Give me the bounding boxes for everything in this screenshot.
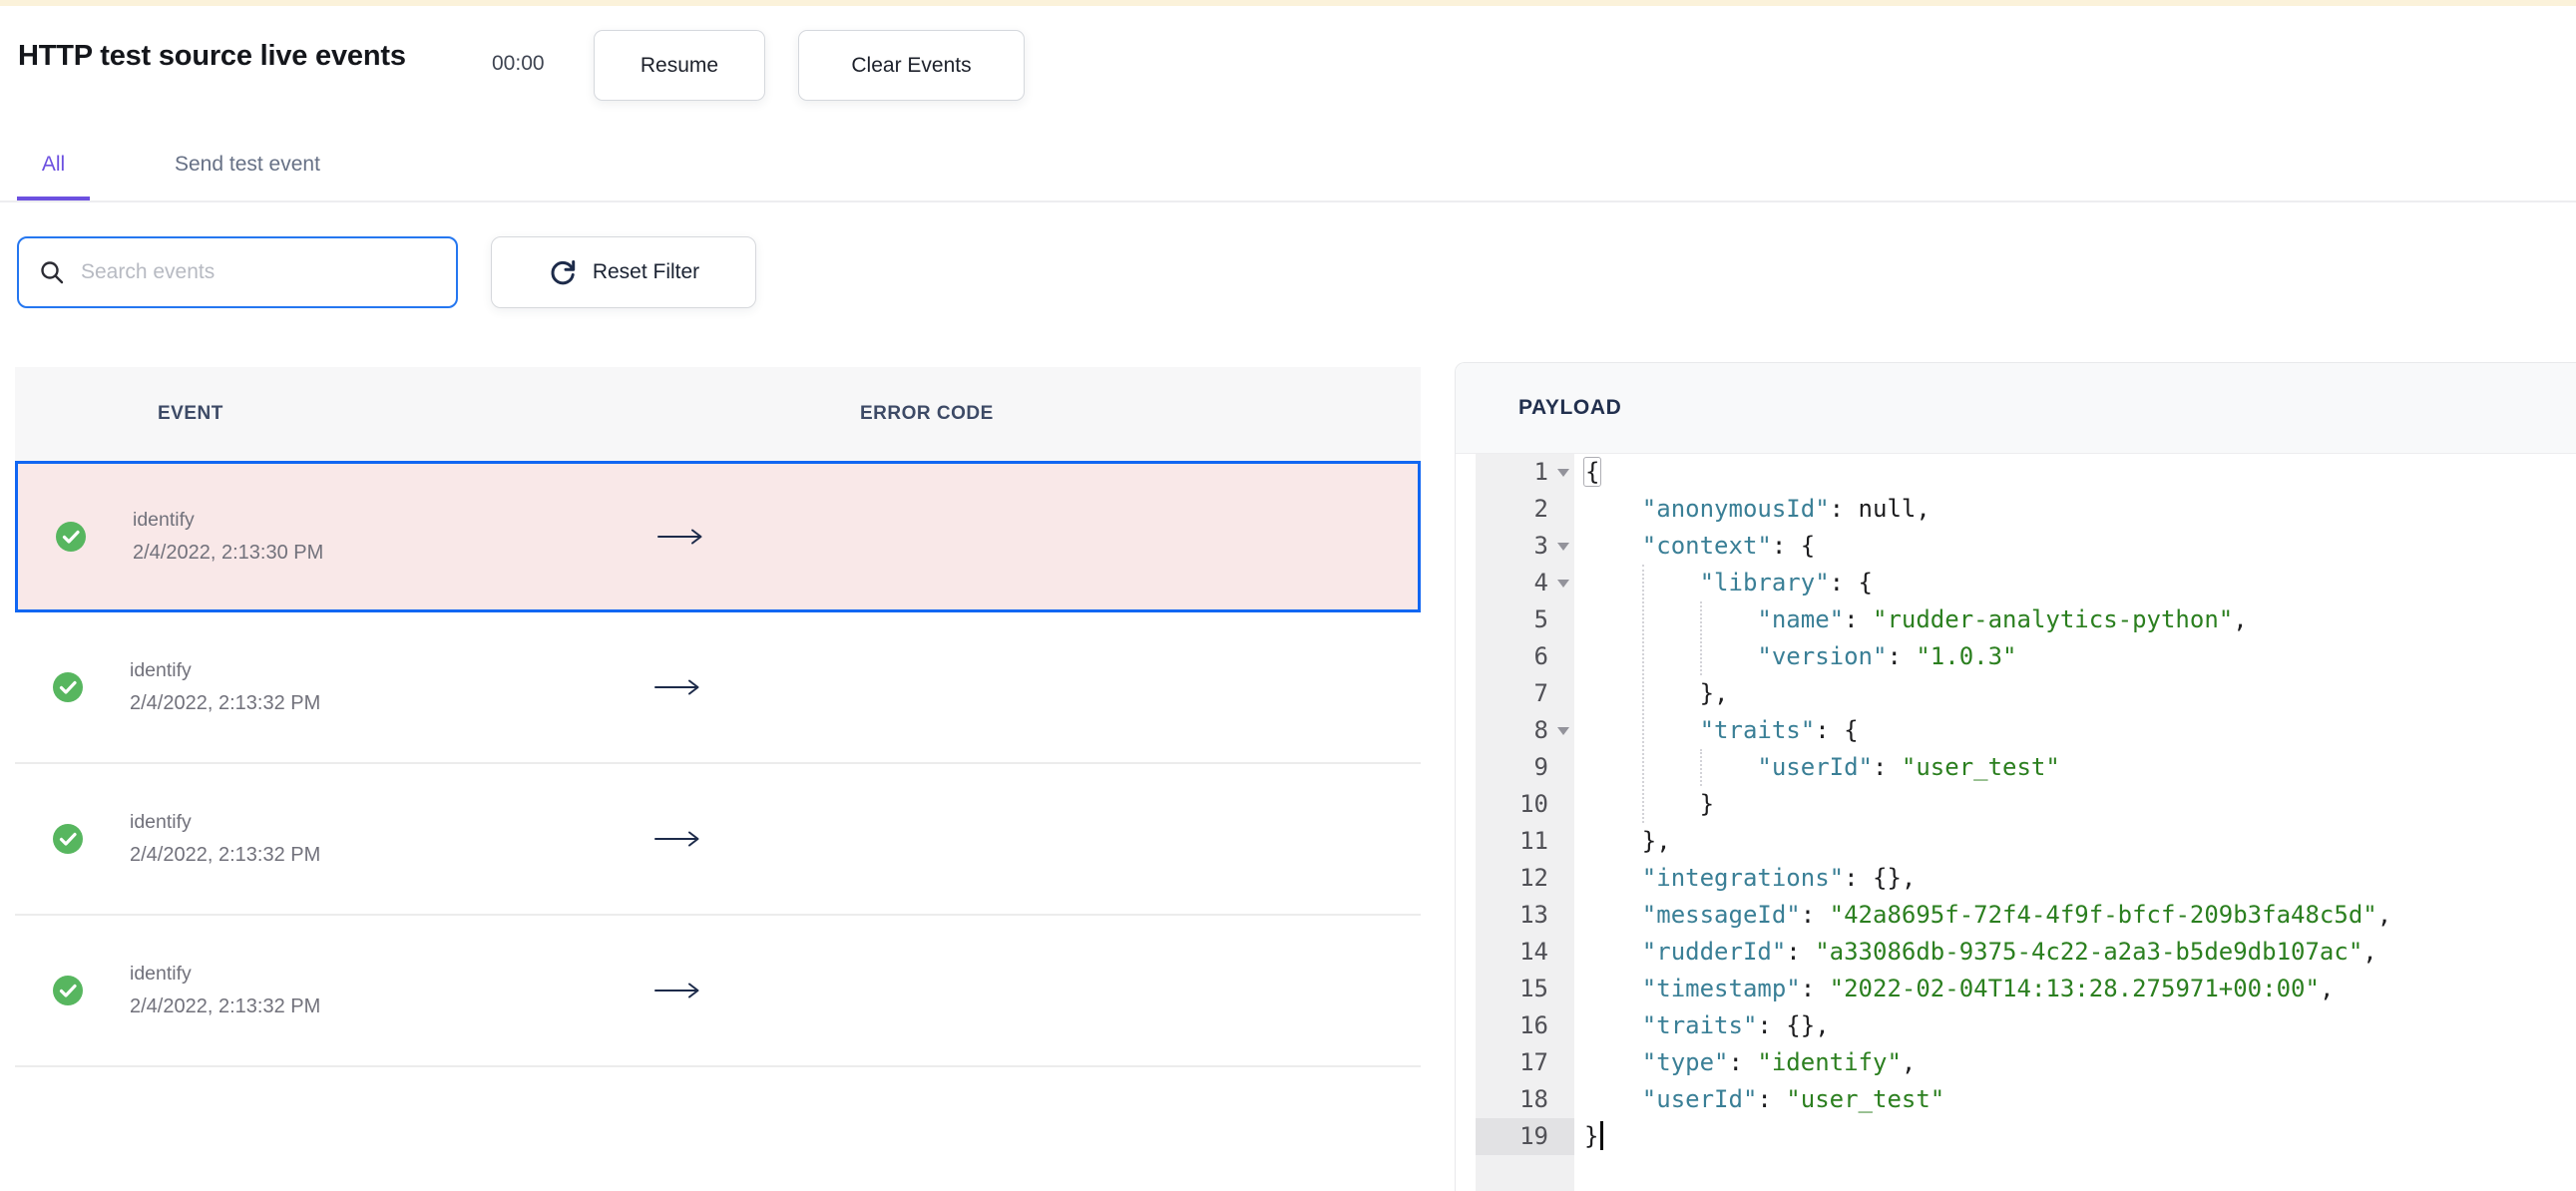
code-line: "traits": { — [1699, 716, 1859, 744]
event-row[interactable]: identify 2/4/2022, 2:13:30 PM — [15, 461, 1421, 612]
success-check-icon — [52, 671, 84, 703]
reset-filter-label: Reset Filter — [592, 260, 700, 283]
line-number: 10 — [1519, 790, 1548, 818]
code-line: "timestamp": "2022-02-04T14:13:28.275971… — [1641, 975, 2335, 1002]
code-line: }, — [1584, 827, 1671, 855]
events-table: EVENT ERROR CODE identify 2/4/2022, 2:13:… — [15, 367, 1421, 1067]
event-cell: identify 2/4/2022, 2:13:30 PM — [133, 507, 323, 567]
code-line: }, — [1584, 679, 1729, 707]
line-number: 7 — [1533, 679, 1548, 707]
long-right-arrow-icon[interactable] — [653, 830, 703, 853]
code-line: } — [1584, 790, 1715, 818]
code-line: "messageId": "42a8695f-72f4-4f9f-bfcf-20… — [1641, 901, 2392, 929]
fold-toggle-icon[interactable] — [1557, 469, 1569, 477]
editor-code-area[interactable]: { "anonymousId": null, "context": { "lib… — [1574, 454, 2576, 1191]
code-line: "integrations": {}, — [1641, 864, 1917, 892]
event-type: identify — [130, 963, 192, 985]
code-line: "name": "rudder-analytics-python", — [1757, 605, 2248, 633]
payload-json-editor[interactable]: 1 2 3 4 5 6 7 8 9 10 11 12 13 14 15 16 17 18 19 { "anonymo… — [1456, 454, 2576, 1191]
line-number: 15 — [1519, 975, 1548, 1002]
event-cell: identify 2/4/2022, 2:13:32 PM — [130, 961, 320, 1020]
code-line: "type": "identify", — [1641, 1048, 1917, 1076]
refresh-icon — [548, 257, 578, 287]
page-title: HTTP test source live events — [18, 40, 406, 72]
long-right-arrow-icon[interactable] — [653, 982, 703, 1004]
tab-all[interactable]: All — [17, 153, 90, 177]
line-number: 13 — [1519, 901, 1548, 929]
long-right-arrow-icon[interactable] — [656, 528, 706, 551]
event-type: identify — [133, 509, 195, 531]
line-number: 8 — [1476, 712, 1574, 749]
clear-events-button[interactable]: Clear Events — [798, 30, 1025, 101]
event-row[interactable]: identify 2/4/2022, 2:13:32 PM — [15, 916, 1421, 1067]
code-line: "version": "1.0.3" — [1757, 642, 2017, 670]
search-events-box[interactable] — [17, 236, 458, 308]
line-number: 2 — [1533, 495, 1548, 523]
search-input[interactable] — [79, 259, 436, 285]
code-line: { — [1583, 457, 1602, 487]
event-timestamp: 2/4/2022, 2:13:30 PM — [133, 542, 324, 564]
line-number: 12 — [1519, 864, 1548, 892]
fold-toggle-icon[interactable] — [1557, 543, 1569, 551]
code-line: "context": { — [1641, 532, 1816, 560]
payload-panel: PAYLOAD 1 2 3 4 5 6 7 8 9 10 11 12 13 14 15 16 17 18 19 { … — [1455, 362, 2576, 1191]
code-line: "userId": "user_test" — [1757, 753, 2060, 781]
indent-guide — [1700, 601, 1702, 675]
event-type: identify — [130, 811, 192, 833]
code-line: "anonymousId": null, — [1641, 495, 1931, 523]
line-number: 6 — [1533, 642, 1548, 670]
code-line: "userId": "user_test" — [1641, 1085, 1945, 1113]
top-accent-bar — [0, 0, 2576, 6]
event-row[interactable]: identify 2/4/2022, 2:13:32 PM — [15, 612, 1421, 764]
line-number: 14 — [1519, 938, 1548, 966]
text-cursor — [1600, 1120, 1604, 1150]
events-table-body: identify 2/4/2022, 2:13:30 PM identify 2/4/… — [15, 461, 1421, 1067]
line-number: 3 — [1476, 528, 1574, 565]
tabs-divider-line — [0, 200, 2576, 202]
code-line: "rudderId": "a33086db-9375-4c22-a2a3-b5d… — [1641, 938, 2377, 966]
reset-filter-button[interactable]: Reset Filter — [491, 236, 756, 308]
line-number: 18 — [1519, 1085, 1548, 1113]
fold-toggle-icon[interactable] — [1557, 727, 1569, 735]
code-line: "library": { — [1699, 569, 1873, 596]
line-number: 16 — [1519, 1011, 1548, 1039]
event-timestamp: 2/4/2022, 2:13:32 PM — [130, 995, 321, 1017]
code-line: "traits": {}, — [1641, 1011, 1830, 1039]
editor-line-number-gutter: 1 2 3 4 5 6 7 8 9 10 11 12 13 14 15 16 17 18 19 — [1476, 454, 1574, 1191]
event-cell: identify 2/4/2022, 2:13:32 PM — [130, 809, 320, 869]
line-number: 4 — [1476, 565, 1574, 601]
code-line: } — [1584, 1118, 2576, 1155]
line-number: 11 — [1519, 827, 1548, 855]
line-number: 1 — [1476, 454, 1574, 491]
line-number: 17 — [1519, 1048, 1548, 1076]
resume-button[interactable]: Resume — [594, 30, 765, 101]
column-header-error-code: ERROR CODE — [860, 403, 994, 424]
event-row[interactable]: identify 2/4/2022, 2:13:32 PM — [15, 764, 1421, 916]
indent-guide — [1700, 749, 1702, 786]
long-right-arrow-icon[interactable] — [653, 678, 703, 701]
line-number: 5 — [1533, 605, 1548, 633]
event-timestamp: 2/4/2022, 2:13:32 PM — [130, 844, 321, 866]
payload-panel-header: PAYLOAD — [1456, 363, 2576, 454]
event-timestamp: 2/4/2022, 2:13:32 PM — [130, 692, 321, 714]
search-icon — [39, 259, 65, 285]
indent-guide — [1642, 565, 1644, 823]
line-number: 19 — [1476, 1118, 1574, 1155]
live-events-screen: HTTP test source live events 00:00 Resum… — [0, 0, 2576, 1191]
success-check-icon — [52, 823, 84, 855]
column-header-event: EVENT — [158, 403, 223, 424]
line-number: 9 — [1533, 753, 1548, 781]
editor-left-padding — [1456, 454, 1476, 1191]
fold-toggle-icon[interactable] — [1557, 580, 1569, 588]
events-table-header: EVENT ERROR CODE — [15, 367, 1421, 461]
tab-send-test-event[interactable]: Send test event — [175, 153, 320, 177]
event-cell: identify 2/4/2022, 2:13:32 PM — [130, 657, 320, 717]
payload-title: PAYLOAD — [1518, 396, 1622, 419]
success-check-icon — [55, 521, 87, 553]
recording-timer: 00:00 — [492, 52, 545, 75]
success-check-icon — [52, 975, 84, 1006]
event-type: identify — [130, 659, 192, 681]
